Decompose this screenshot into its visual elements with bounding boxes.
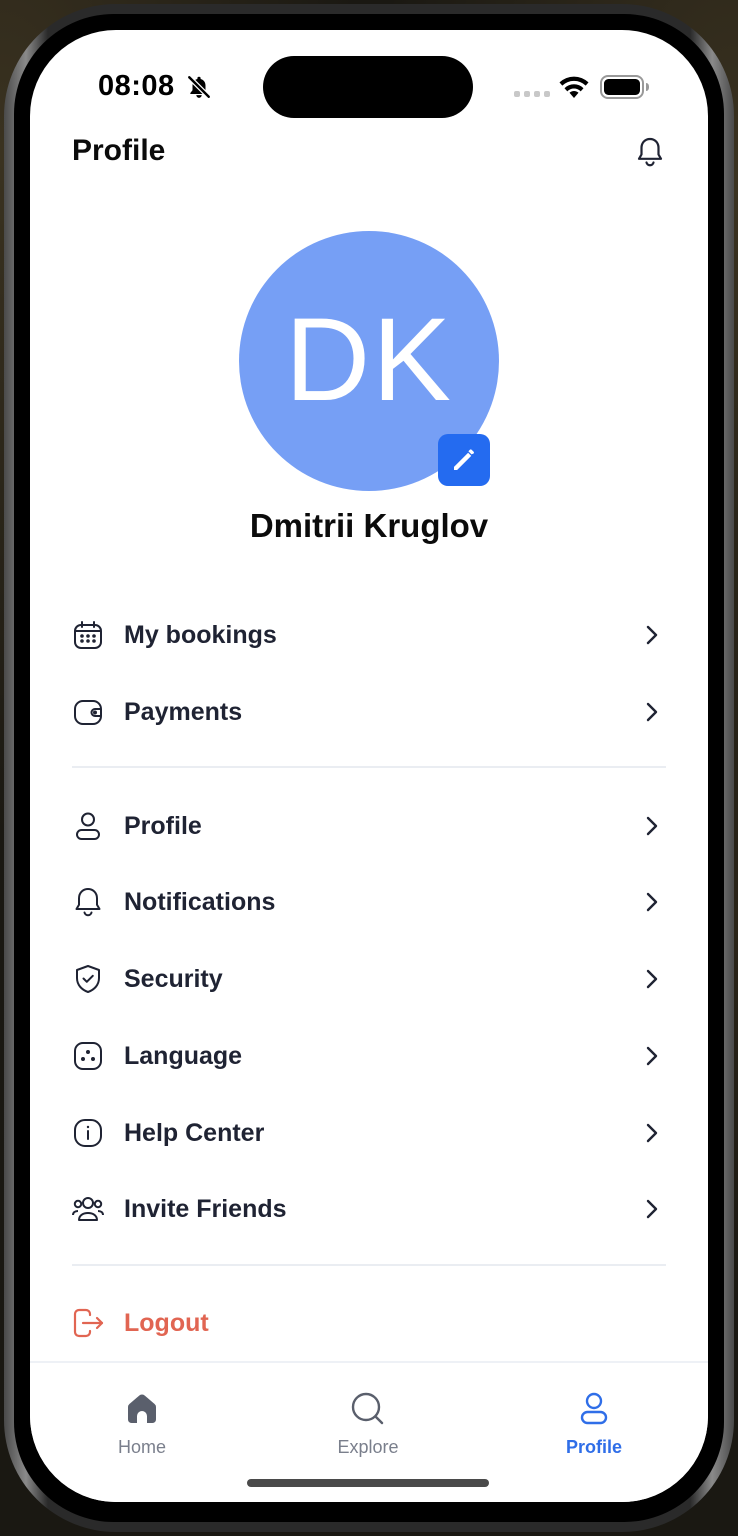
pencil-icon xyxy=(454,449,474,470)
menu-label: Help Center xyxy=(124,1118,265,1147)
tab-label: Profile xyxy=(565,1437,622,1457)
user-icon xyxy=(70,808,106,844)
edit-avatar-button[interactable] xyxy=(438,434,490,486)
logout-button[interactable]: Logout xyxy=(70,1293,670,1353)
battery-icon xyxy=(600,75,649,99)
bell-icon xyxy=(70,884,106,920)
divider xyxy=(72,766,666,768)
search-icon xyxy=(351,1392,384,1425)
dynamic-island xyxy=(263,56,473,118)
tab-label: Explore xyxy=(337,1437,399,1457)
wallet-icon xyxy=(70,694,106,730)
menu-label: Invite Friends xyxy=(124,1194,287,1223)
shield-icon xyxy=(70,961,106,997)
chevron-right-icon xyxy=(646,1199,658,1219)
avatar-initials: DK xyxy=(285,294,453,426)
user-name: Dmitrii Kruglov xyxy=(249,507,489,544)
tab-label: Home xyxy=(117,1437,166,1457)
chevron-right-icon xyxy=(646,816,658,836)
calendar-icon xyxy=(70,617,106,653)
menu-item-help-center[interactable]: Help Center xyxy=(70,1103,670,1163)
divider xyxy=(72,1264,666,1266)
menu-item-invite-friends[interactable]: Invite Friends xyxy=(70,1179,670,1239)
menu-item-security[interactable]: Security xyxy=(70,949,670,1009)
menu-label: My bookings xyxy=(124,620,277,649)
chevron-right-icon xyxy=(646,1046,658,1066)
language-icon xyxy=(70,1038,106,1074)
menu-item-language[interactable]: Language xyxy=(70,1026,670,1086)
menu-item-payments[interactable]: Payments xyxy=(70,682,670,742)
users-icon xyxy=(70,1191,106,1227)
menu-item-my-bookings[interactable]: My bookings xyxy=(70,605,670,665)
tab-home[interactable]: Home xyxy=(77,1391,207,1458)
home-indicator xyxy=(247,1479,489,1487)
page-title: Profile xyxy=(72,134,166,167)
info-icon xyxy=(70,1115,106,1151)
chevron-right-icon xyxy=(646,969,658,989)
home-icon xyxy=(128,1394,156,1423)
bell-off-icon xyxy=(187,75,211,99)
tab-explore[interactable]: Explore xyxy=(303,1391,433,1458)
chevron-right-icon xyxy=(646,1123,658,1143)
menu-label: Language xyxy=(124,1041,243,1070)
signal-icon xyxy=(514,91,550,97)
menu-label: Profile xyxy=(124,811,202,840)
status-bar: 08:08 xyxy=(30,30,708,140)
chevron-right-icon xyxy=(646,702,658,722)
chevron-right-icon xyxy=(646,625,658,645)
menu-label: Security xyxy=(124,964,223,993)
wifi-icon xyxy=(559,76,589,98)
chevron-right-icon xyxy=(646,892,658,912)
logout-label: Logout xyxy=(124,1308,209,1337)
tab-profile[interactable]: Profile xyxy=(529,1391,659,1458)
menu-item-profile[interactable]: Profile xyxy=(70,796,670,856)
menu-label: Notifications xyxy=(124,887,276,916)
menu-label: Payments xyxy=(124,697,243,726)
notification-bell-icon[interactable] xyxy=(636,136,664,168)
menu-item-notifications[interactable]: Notifications xyxy=(70,872,670,932)
status-time: 08:08 xyxy=(98,70,175,102)
screen: 08:08 Profile DK Dmitrii Kruglov My book… xyxy=(30,30,708,1502)
user-icon xyxy=(580,1392,608,1425)
logout-icon xyxy=(70,1305,106,1341)
